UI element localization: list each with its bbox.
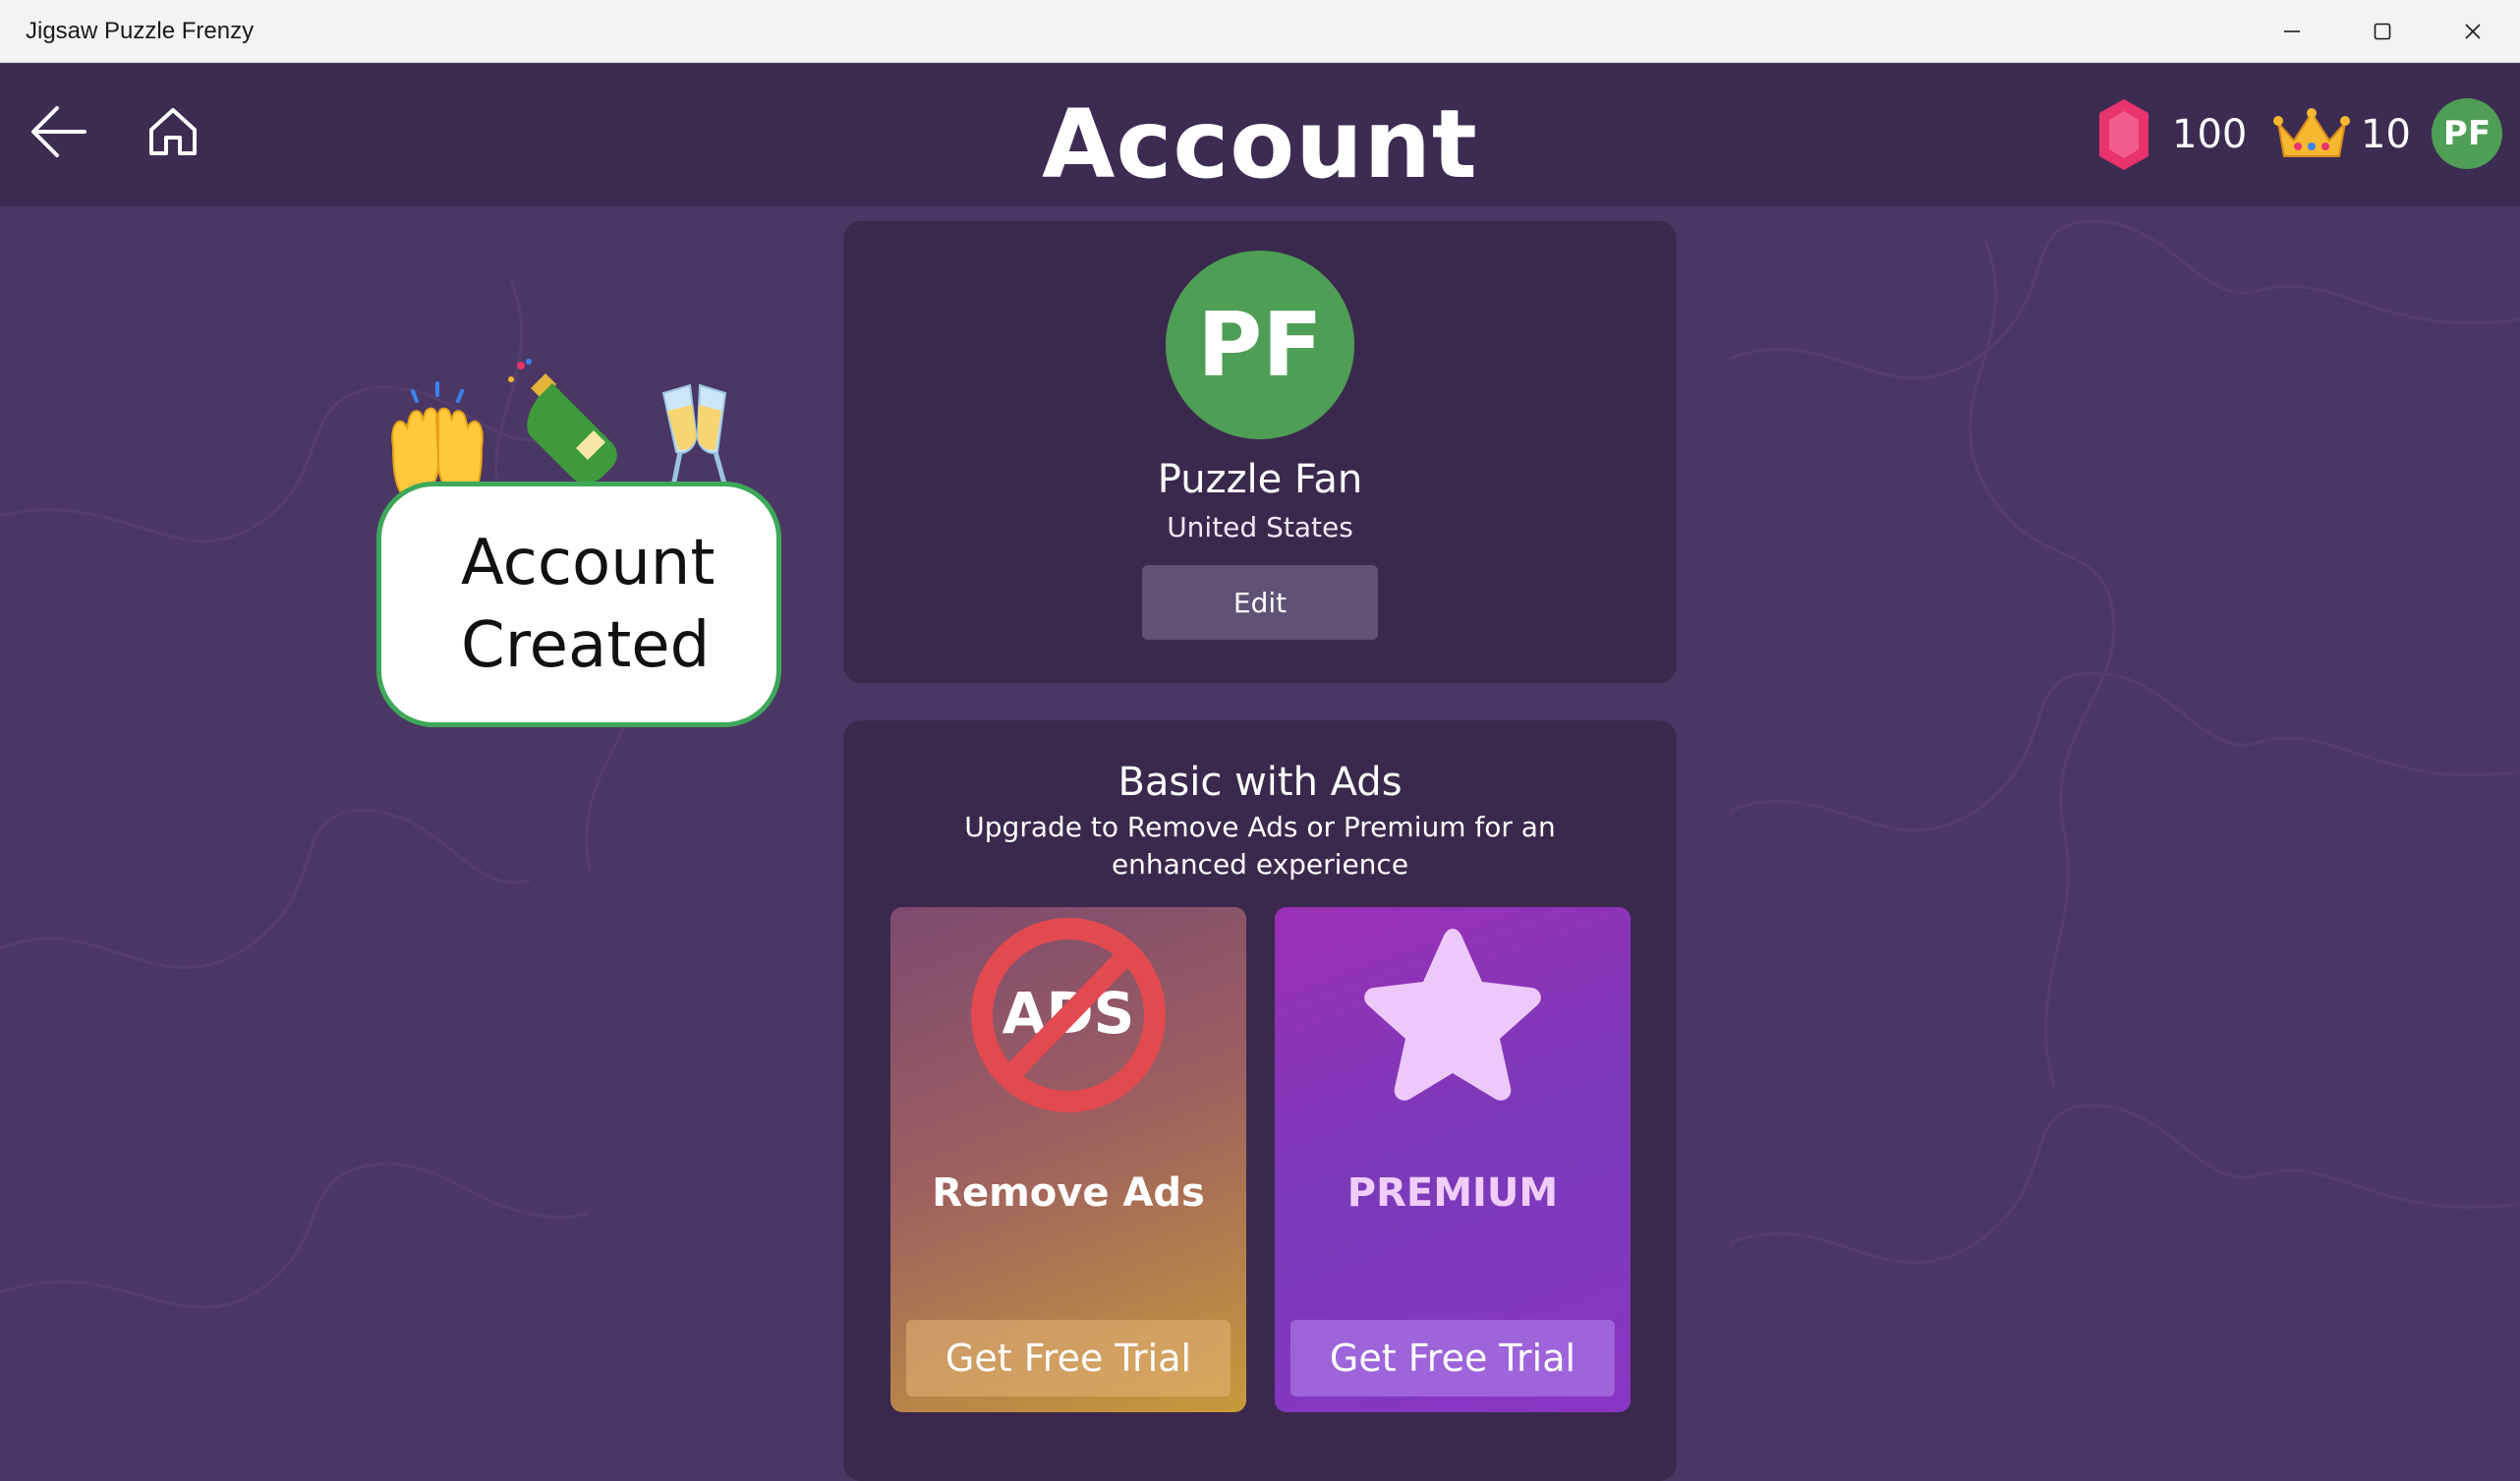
maximize-button[interactable] [2337, 0, 2428, 63]
gem-count: 100 [2172, 112, 2248, 157]
maximize-icon [2374, 23, 2391, 40]
premium-trial-button[interactable]: Get Free Trial [1290, 1320, 1615, 1396]
crown-count: 10 [2361, 112, 2411, 157]
account-created-message: Account Created [461, 527, 716, 682]
profile-card: PF Puzzle Fan United States Edit [843, 221, 1677, 683]
app-content: Account 100 10 PF Account Created PF Puz… [0, 64, 2520, 1481]
remove-ads-trial-button[interactable]: Get Free Trial [906, 1320, 1231, 1396]
remove-ads-tile[interactable]: ADS Remove Ads Get Free Trial [890, 907, 1246, 1412]
crown-counter[interactable]: 10 [2272, 95, 2411, 174]
window-title: Jigsaw Puzzle Frenzy [26, 18, 255, 44]
profile-avatar-button[interactable]: PF [2432, 98, 2502, 169]
subscription-description: Upgrade to Remove Ads or Premium for an … [964, 811, 1556, 881]
window-titlebar: Jigsaw Puzzle Frenzy [0, 0, 2520, 63]
no-ads-icon: ADS [971, 918, 1166, 1112]
app-header: Account 100 10 PF [0, 64, 2520, 206]
close-button[interactable] [2428, 0, 2518, 63]
profile-avatar: PF [1166, 251, 1354, 439]
gem-counter[interactable]: 100 [2097, 95, 2247, 174]
premium-label: PREMIUM [1346, 1170, 1559, 1216]
premium-tile[interactable]: PREMIUM Get Free Trial [1275, 907, 1631, 1412]
star-icon [1364, 929, 1541, 1101]
champagne-bottle-icon [508, 359, 617, 484]
account-created-bubble: Account Created [376, 482, 781, 727]
minimize-button[interactable] [2247, 0, 2337, 63]
minimize-icon [2284, 30, 2300, 32]
remove-ads-label: Remove Ads [932, 1170, 1205, 1216]
edit-profile-button[interactable]: Edit [1142, 565, 1378, 640]
crown-icon [2273, 108, 2350, 157]
profile-name: Puzzle Fan [1157, 457, 1363, 502]
subscription-title: Basic with Ads [1117, 760, 1403, 805]
close-icon [2465, 24, 2481, 39]
profile-country: United States [1167, 511, 1353, 543]
gem-icon [2099, 99, 2148, 170]
